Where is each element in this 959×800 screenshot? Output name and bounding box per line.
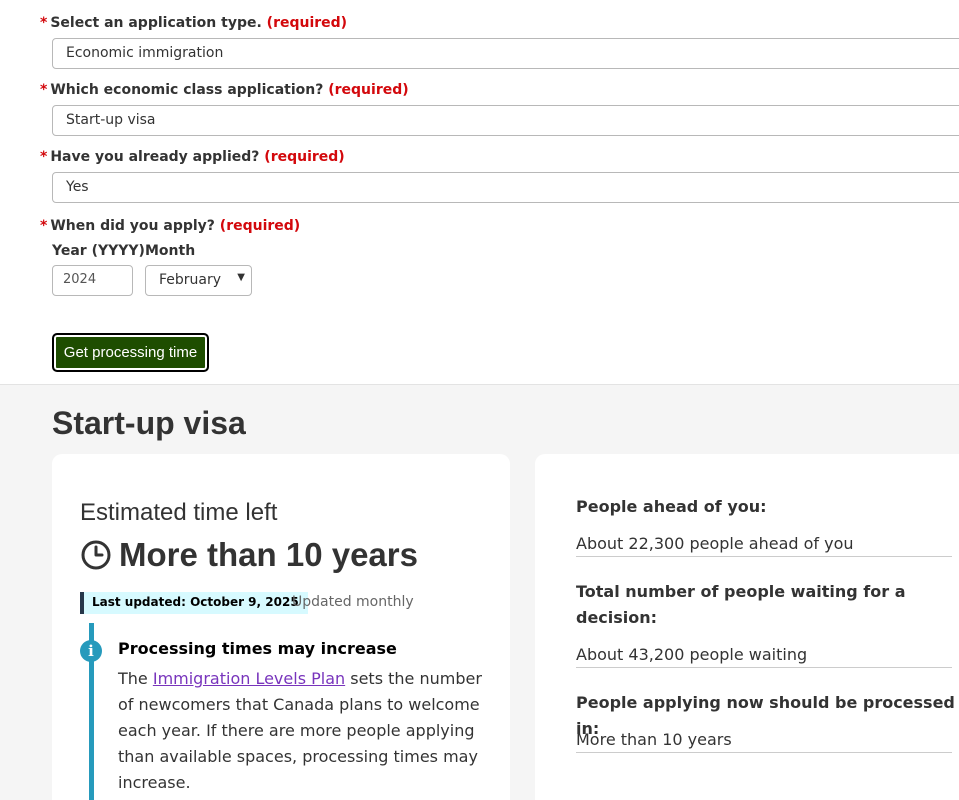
last-updated-badge: Last updated: October 9, 2025 [80, 592, 308, 614]
stats-card: People ahead of you: About 22,300 people… [535, 454, 959, 800]
required-tag: (required) [264, 149, 345, 165]
results-title: Start-up visa [52, 405, 246, 441]
applied-select[interactable]: Yes [52, 172, 959, 203]
people-ahead-label: People ahead of you: [576, 497, 767, 516]
estimate-card: Estimated time left More than 10 years L… [52, 454, 510, 800]
required-tag: (required) [266, 15, 348, 31]
app-type-select-value: Economic immigration [66, 45, 224, 61]
econ-class-select-value: Start-up visa [66, 112, 156, 128]
month-label: Month [145, 243, 196, 259]
month-select[interactable]: February ▼ [145, 265, 252, 296]
year-input[interactable]: 2024 [52, 265, 133, 296]
required-tag: (required) [328, 82, 409, 98]
app-type-label: * Select an application type. (required) [40, 15, 347, 31]
app-type-select[interactable]: Economic immigration [52, 38, 959, 69]
estimate-label: Estimated time left [80, 499, 278, 526]
year-input-value: 2024 [63, 272, 97, 287]
info-icon: i [80, 640, 102, 662]
chevron-down-icon: ▼ [237, 272, 245, 283]
required-star: * [40, 15, 48, 31]
year-label: Year (YYYY) [52, 243, 145, 259]
results-section: Start-up visa Estimated time left More t… [0, 384, 959, 800]
new-applicants-value: More than 10 years [576, 730, 952, 753]
update-frequency: Updated monthly [292, 594, 414, 610]
month-select-value: February [159, 272, 222, 288]
estimate-value: More than 10 years [119, 536, 418, 573]
notice-title: Processing times may increase [118, 639, 397, 658]
notice-body: The Immigration Levels Plan sets the num… [118, 666, 488, 796]
when-applied-label-text: When did you apply? [50, 218, 215, 234]
required-star: * [40, 218, 48, 234]
get-processing-time-button[interactable]: Get processing time [52, 333, 209, 372]
applied-select-value: Yes [66, 179, 89, 195]
total-waiting-value: About 43,200 people waiting [576, 645, 952, 668]
notice-text-before: The [118, 669, 153, 688]
when-applied-label: * When did you apply? (required) [40, 218, 300, 234]
econ-class-label-text: Which economic class application? [50, 82, 324, 98]
clock-icon [81, 540, 111, 570]
immigration-levels-plan-link[interactable]: Immigration Levels Plan [153, 669, 345, 688]
applied-label-text: Have you already applied? [50, 149, 260, 165]
people-ahead-value: About 22,300 people ahead of you [576, 534, 952, 557]
required-star: * [40, 149, 48, 165]
econ-class-label: * Which economic class application? (requ… [40, 82, 409, 98]
app-type-label-text: Select an application type. [50, 15, 262, 31]
applied-label: * Have you already applied? (required) [40, 149, 345, 165]
total-waiting-label: Total number of people waiting for a dec… [576, 582, 906, 627]
processing-time-form: * Select an application type. (required) … [0, 0, 959, 384]
required-tag: (required) [219, 218, 301, 234]
econ-class-select[interactable]: Start-up visa [52, 105, 959, 136]
required-star: * [40, 82, 48, 98]
